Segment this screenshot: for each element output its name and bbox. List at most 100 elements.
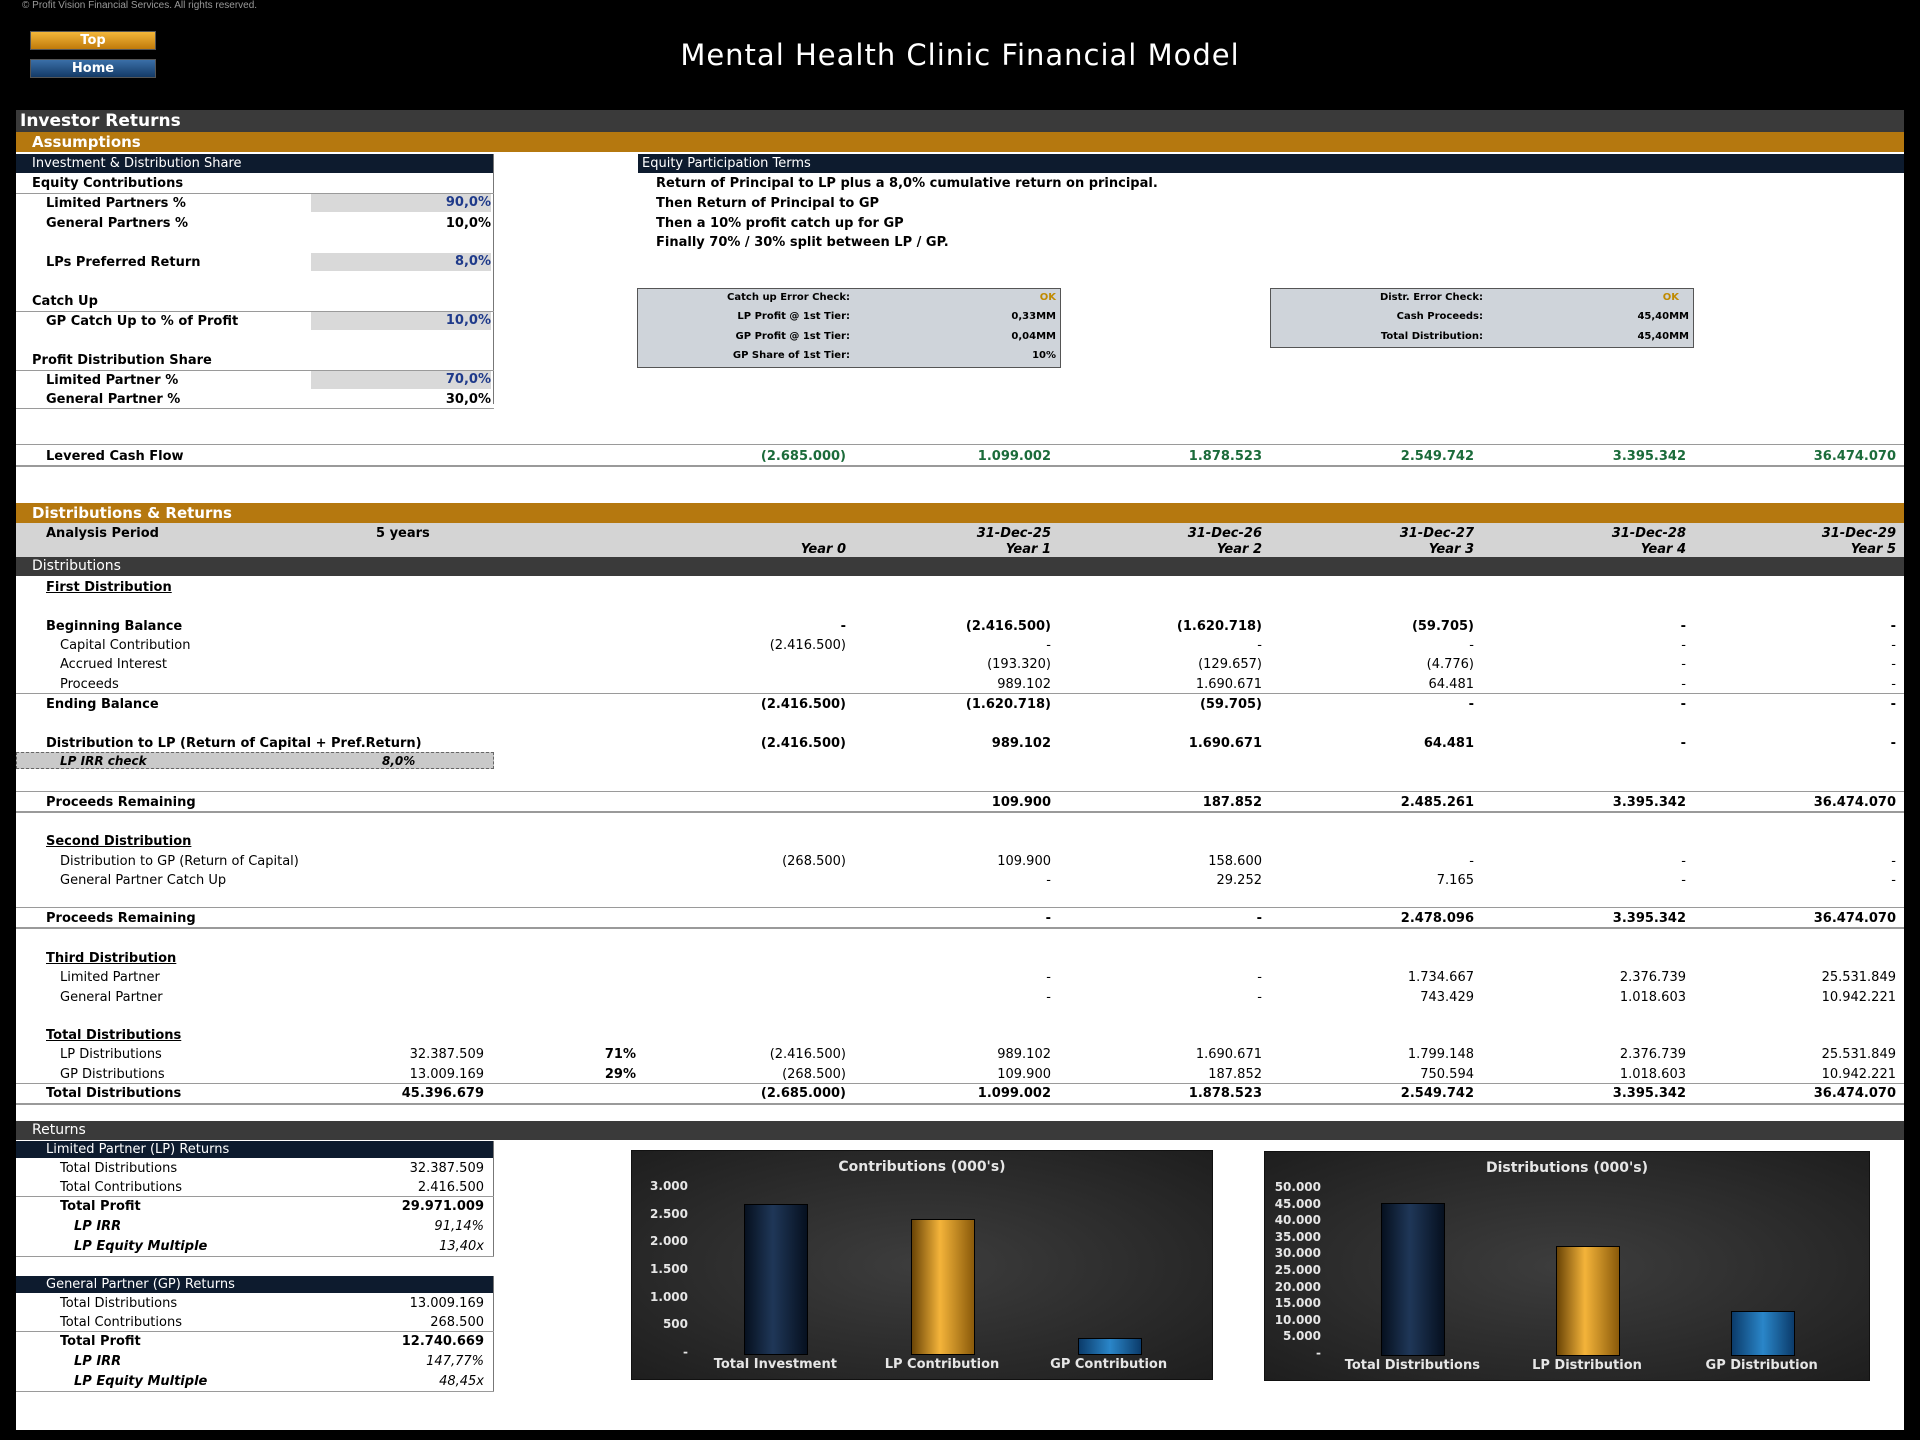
gp-catchup-input[interactable]: 10,0% — [311, 312, 491, 330]
x-axis-label: Total Investment — [713, 1357, 837, 1372]
value-cell: - — [1890, 736, 1896, 751]
value-cell: - — [1257, 990, 1262, 1005]
lp-returns-border — [493, 1141, 494, 1257]
y-tick-label: 1.000 — [650, 1289, 688, 1304]
chart-bar — [1730, 1310, 1795, 1356]
gp-tc-value: 268.500 — [430, 1315, 484, 1330]
value-cell: 7.165 — [1436, 873, 1474, 888]
check-value: 0,33MM — [1011, 311, 1056, 322]
value-cell: 2.376.739 — [1619, 1047, 1686, 1062]
check-value: 45,40MM — [1637, 311, 1689, 322]
value-cell: 36.474.070 — [1813, 449, 1896, 464]
lp-share-input[interactable]: 70,0% — [311, 371, 491, 389]
value-cell: 3.395.342 — [1612, 795, 1686, 810]
chart-bar — [1077, 1338, 1142, 1355]
returns-header: Returns — [16, 1121, 1904, 1140]
chart-bar — [911, 1219, 975, 1355]
lp-em-label: LP Equity Multiple — [74, 1239, 208, 1254]
value-cell: - — [1046, 970, 1051, 985]
y-tick-label: 25.000 — [1274, 1263, 1321, 1277]
value-cell: 36.474.070 — [1813, 1086, 1896, 1101]
gp-catchup-row-label: General Partner Catch Up — [60, 873, 227, 888]
value-cell: - — [1891, 873, 1896, 888]
third-dist-title: Third Distribution — [46, 951, 177, 966]
irr-check-label: LP IRR check — [60, 754, 147, 768]
lp-share-label: Limited Partner % — [46, 373, 179, 388]
value-cell: (2.416.500) — [965, 619, 1051, 634]
y-tick-label: 30.000 — [1274, 1246, 1321, 1261]
lp-em-value: 13,40x — [439, 1239, 484, 1254]
gp-returns-header: General Partner (GP) Returns — [16, 1276, 494, 1293]
period-year: Year 1 — [1005, 542, 1051, 557]
distribution-check-box: Distr. Error Check: OK Cash Proceeds: 45… — [1270, 288, 1694, 348]
total-dist-title: Total Distributions — [46, 1028, 182, 1043]
accrued-interest-label: Accrued Interest — [60, 657, 168, 672]
check-value: 0,04MM — [1011, 331, 1056, 342]
cap-contrib-label: Capital Contribution — [60, 638, 191, 653]
distributions-chart: Distributions (000's) 50.000 45.000 40.000 3… — [1264, 1151, 1870, 1381]
value-cell: 109.900 — [997, 854, 1051, 869]
value-cell: 989.102 — [997, 1047, 1051, 1062]
value-cell: - — [1468, 697, 1474, 712]
value-cell: 10.942.221 — [1821, 990, 1896, 1005]
check-value: OK — [1039, 292, 1056, 303]
total-dist-sum: 45.396.679 — [401, 1086, 484, 1101]
lp-tp-label: Total Profit — [60, 1199, 141, 1214]
value-cell: - — [1681, 677, 1686, 692]
x-axis-label: GP Contribution — [1050, 1357, 1168, 1372]
spreadsheet-area: Investor Returns Assumptions Investment … — [16, 110, 1904, 1430]
divider — [16, 1331, 494, 1332]
value-cell: - — [1680, 697, 1686, 712]
y-tick-label: 2.500 — [650, 1206, 688, 1221]
value-cell: - — [1890, 619, 1896, 634]
value-cell: 36.474.070 — [1813, 795, 1896, 810]
value-cell: 2.549.742 — [1400, 449, 1474, 464]
gp-tp-label: Total Profit — [60, 1334, 141, 1349]
divider — [16, 693, 1904, 694]
value-cell: - — [1046, 990, 1051, 1005]
lp-td-label: Total Distributions — [60, 1161, 178, 1176]
total-dist-label: Total Distributions — [46, 1086, 182, 1101]
catchup-check-box: Catch up Error Check: OK LP Profit @ 1st… — [637, 288, 1061, 368]
y-tick-label: 10.000 — [1274, 1312, 1321, 1327]
pref-return-input[interactable]: 8,0% — [311, 253, 491, 271]
value-cell: 1.099.002 — [977, 449, 1051, 464]
section-title: Investor Returns — [16, 110, 1904, 132]
value-cell: 36.474.070 — [1813, 911, 1896, 926]
divider — [16, 1391, 494, 1392]
end-balance-label: Ending Balance — [46, 697, 159, 712]
value-cell: 1.878.523 — [1188, 449, 1262, 464]
terms-line-4: Finally 70% / 30% split between LP / GP. — [656, 235, 949, 250]
value-cell: (1.620.718) — [1176, 619, 1262, 634]
value-cell: 3.395.342 — [1612, 1086, 1686, 1101]
gp-dist-pct: 29% — [604, 1067, 636, 1082]
inv-share-header: Investment & Distribution Share — [16, 154, 494, 173]
value-cell: 2.478.096 — [1400, 911, 1474, 926]
assumptions-header: Assumptions — [16, 132, 1904, 152]
value-cell: 25.531.849 — [1821, 970, 1896, 985]
value-cell: 1.099.002 — [977, 1086, 1051, 1101]
check-value: 10% — [1032, 350, 1056, 361]
value-cell: 2.376.739 — [1619, 970, 1686, 985]
beg-balance-label: Beginning Balance — [46, 619, 183, 634]
lp-pct-input[interactable]: 90,0% — [311, 194, 491, 212]
value-cell: 743.429 — [1420, 990, 1474, 1005]
analysis-period-label: Analysis Period — [46, 526, 159, 541]
dist-gp-label: Distribution to GP (Return of Capital) — [60, 854, 299, 869]
assumptions-border — [493, 154, 494, 404]
value-cell: - — [1046, 873, 1051, 888]
y-tick-label: 35.000 — [1274, 1229, 1321, 1244]
value-cell: (59.705) — [1199, 697, 1262, 712]
check-label: LP Profit @ 1st Tier: — [737, 311, 850, 322]
check-label: Total Distribution: — [1380, 331, 1483, 342]
y-tick-label: 50.000 — [1274, 1180, 1321, 1194]
lp-dist-pct: 71% — [604, 1047, 636, 1062]
y-tick-label: 3.000 — [650, 1179, 688, 1193]
divider — [16, 1083, 1904, 1084]
value-cell: (2.685.000) — [760, 1086, 846, 1101]
y-tick-label: 20.000 — [1274, 1279, 1321, 1294]
proceeds-remaining-label: Proceeds Remaining — [46, 795, 196, 810]
dist-lp-label: Distribution to LP (Return of Capital + … — [46, 736, 422, 751]
y-tick-label: 5.000 — [1283, 1329, 1321, 1344]
value-cell: (193.320) — [987, 657, 1051, 672]
